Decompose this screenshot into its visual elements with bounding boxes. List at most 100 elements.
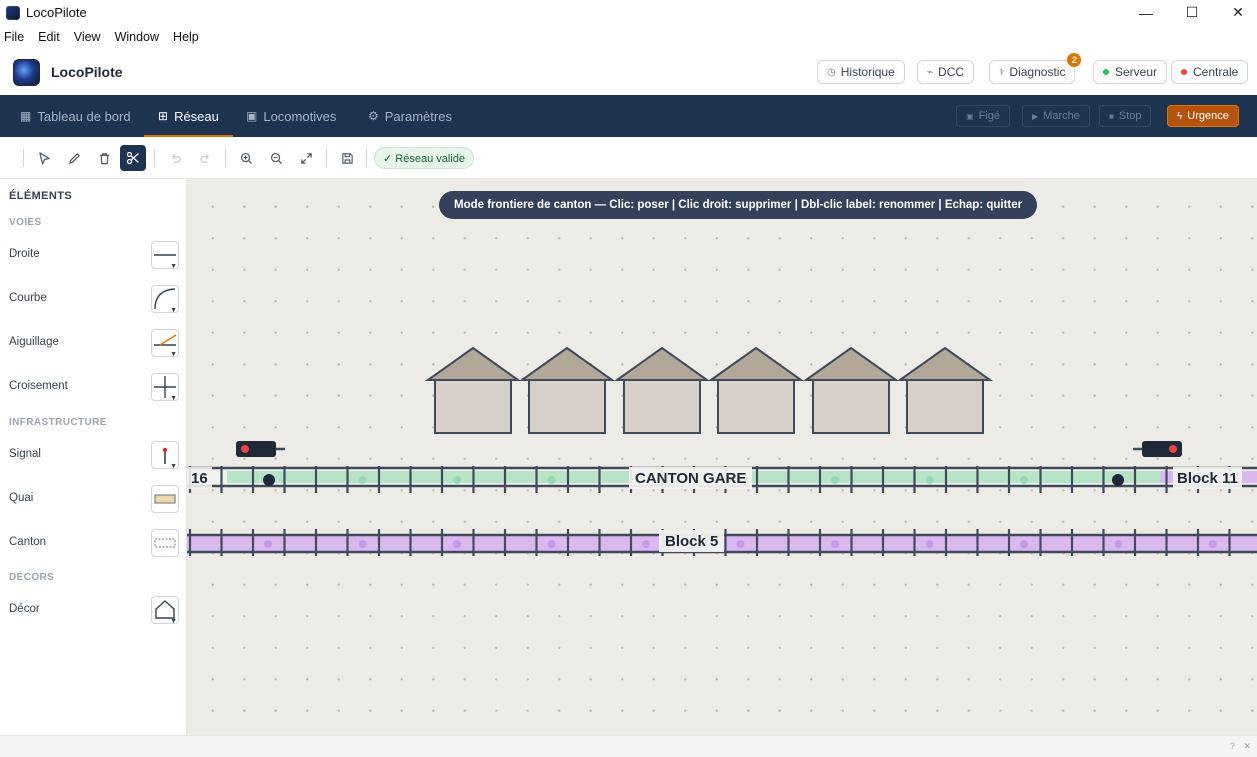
redo-button[interactable] (192, 145, 218, 171)
select-tool-button[interactable] (31, 145, 57, 171)
track-node (1209, 540, 1217, 548)
tab-label: Locomotives (263, 108, 337, 124)
history-icon: ◷ (827, 66, 836, 78)
tab-parametres[interactable]: ⚙ Paramètres (368, 95, 452, 137)
item-label: Décor (9, 603, 40, 615)
menu-edit[interactable]: Edit (34, 30, 64, 44)
undo-button[interactable] (162, 145, 188, 171)
diagnostic-button[interactable]: ⚕ Diagnostic 2 (989, 53, 1082, 84)
item-label: Droite (9, 248, 40, 260)
undo-icon (171, 153, 181, 163)
centrale-button[interactable]: Centrale (1171, 60, 1249, 84)
zoom-out-button[interactable] (263, 145, 289, 171)
menu-view[interactable]: View (70, 30, 105, 44)
tab-label: Tableau de bord (37, 108, 131, 124)
plug-icon: ⌁ (927, 66, 934, 78)
block-label-lower[interactable]: Block 5 (659, 530, 725, 552)
item-label: Signal (9, 448, 41, 460)
app-header: LocoPilote ◷ Historique ⌁ DCC ⚕ Diagnost… (0, 49, 1257, 95)
fige-button[interactable]: ▣ Figé (956, 105, 1010, 127)
minimize-button[interactable]: — (1123, 0, 1169, 25)
centrale-label: Centrale (1193, 65, 1239, 79)
freeze-icon: ▣ (966, 111, 974, 121)
item-label: Croisement (9, 380, 68, 392)
tab-reseau[interactable]: ⊞ Réseau (144, 95, 233, 137)
sidebar-item-croisement[interactable]: Croisement ▼ (0, 372, 186, 402)
fit-view-button[interactable] (293, 145, 319, 171)
signal-icon: ▼ (151, 441, 179, 470)
urgence-button[interactable]: ϟ Urgence (1167, 105, 1239, 127)
save-button[interactable] (334, 145, 360, 171)
block-label-right[interactable]: Block 11 (1173, 467, 1242, 489)
brand-name: LocoPilote (51, 64, 123, 80)
maximize-button[interactable]: ☐ (1169, 0, 1215, 25)
tab-label: Réseau (174, 108, 219, 124)
block-boundary-marker[interactable] (263, 474, 275, 486)
track-node (642, 540, 650, 548)
block-boundary-tool-button[interactable] (120, 145, 146, 171)
house-decor[interactable] (518, 346, 616, 434)
historique-label: Historique (840, 65, 895, 79)
track-node (453, 476, 461, 484)
toolbar-separator (23, 149, 24, 167)
sidebar-item-signal[interactable]: Signal ▼ (0, 440, 186, 470)
signal-left[interactable] (236, 441, 285, 457)
play-icon: ▶ (1032, 111, 1039, 121)
house-decor[interactable] (424, 346, 522, 434)
menu-file[interactable]: File (0, 30, 28, 44)
network-canvas[interactable]: 16 CANTON GARE Block 11 Block 5 Mode fro… (187, 179, 1257, 735)
tab-locomotives[interactable]: ▣ Locomotives (246, 95, 336, 137)
urgence-label: Urgence (1187, 110, 1229, 122)
close-button[interactable]: ✕ (1215, 0, 1257, 25)
dcc-label: DCC (938, 65, 965, 79)
sidebar-item-aiguillage[interactable]: Aiguillage ▼ (0, 328, 186, 358)
track-node (831, 540, 839, 548)
sidebar-item-decor[interactable]: Décor ▼ (0, 595, 186, 625)
scissors-icon (126, 151, 139, 165)
save-icon (341, 152, 353, 164)
block-boundary-marker[interactable] (1112, 474, 1124, 486)
network-valid-badge: ✓ Réseau valide (374, 147, 474, 169)
signal-right[interactable] (1133, 441, 1182, 457)
switch-track-icon: ▼ (151, 329, 179, 358)
item-label: Canton (9, 536, 47, 548)
zoom-in-icon (240, 152, 252, 164)
historique-button[interactable]: ◷ Historique (817, 60, 905, 84)
house-decor[interactable] (896, 346, 994, 434)
editor-toolbar: ✓ Réseau valide (0, 137, 1257, 179)
sidebar-item-droite[interactable]: Droite ▼ (0, 240, 186, 270)
dashboard-icon: ▦ (20, 109, 32, 123)
item-label: Aiguillage (9, 336, 59, 348)
track-node (264, 540, 272, 548)
zoom-in-button[interactable] (233, 145, 259, 171)
delete-tool-button[interactable] (91, 145, 117, 171)
status-help-close[interactable]: ? ✕ (1230, 741, 1251, 752)
station-label[interactable]: CANTON GARE (629, 467, 753, 489)
menu-window[interactable]: Window (111, 30, 163, 44)
block-label-left[interactable]: 16 (187, 467, 212, 489)
sidebar-item-quai[interactable]: Quai (0, 484, 186, 514)
house-decor[interactable] (707, 346, 805, 434)
sidebar-item-courbe[interactable]: Courbe ▼ (0, 284, 186, 314)
help-icon[interactable]: ? (1230, 741, 1235, 751)
marche-button[interactable]: ▶ Marche (1022, 105, 1090, 127)
house-decor[interactable] (802, 346, 900, 434)
sidebar-item-canton[interactable]: Canton (0, 528, 186, 558)
track-node (925, 476, 934, 484)
stethoscope-icon: ⚕ (999, 66, 1005, 78)
dcc-button[interactable]: ⌁ DCC (917, 60, 975, 84)
grid-icon: ⊞ (158, 109, 169, 123)
main-nav: ▦ Tableau de bord ⊞ Réseau ▣ Locomotives… (0, 95, 1257, 137)
track-node (453, 540, 461, 548)
menu-help[interactable]: Help (169, 30, 203, 44)
house-decor[interactable] (613, 346, 711, 434)
settings-icon: ⚙ (368, 109, 379, 123)
stop-button[interactable]: ■ Stop (1099, 105, 1152, 127)
draw-tool-button[interactable] (61, 145, 87, 171)
track-node (736, 540, 745, 548)
serveur-button[interactable]: Serveur (1093, 60, 1168, 84)
section-decors: DÉCORS (9, 572, 55, 583)
elements-sidebar: ÉLÉMENTS VOIES Droite ▼ Courbe ▼ Aiguill… (0, 179, 187, 735)
close-icon[interactable]: ✕ (1243, 741, 1251, 751)
tab-tableau-de-bord[interactable]: ▦ Tableau de bord (20, 95, 131, 137)
